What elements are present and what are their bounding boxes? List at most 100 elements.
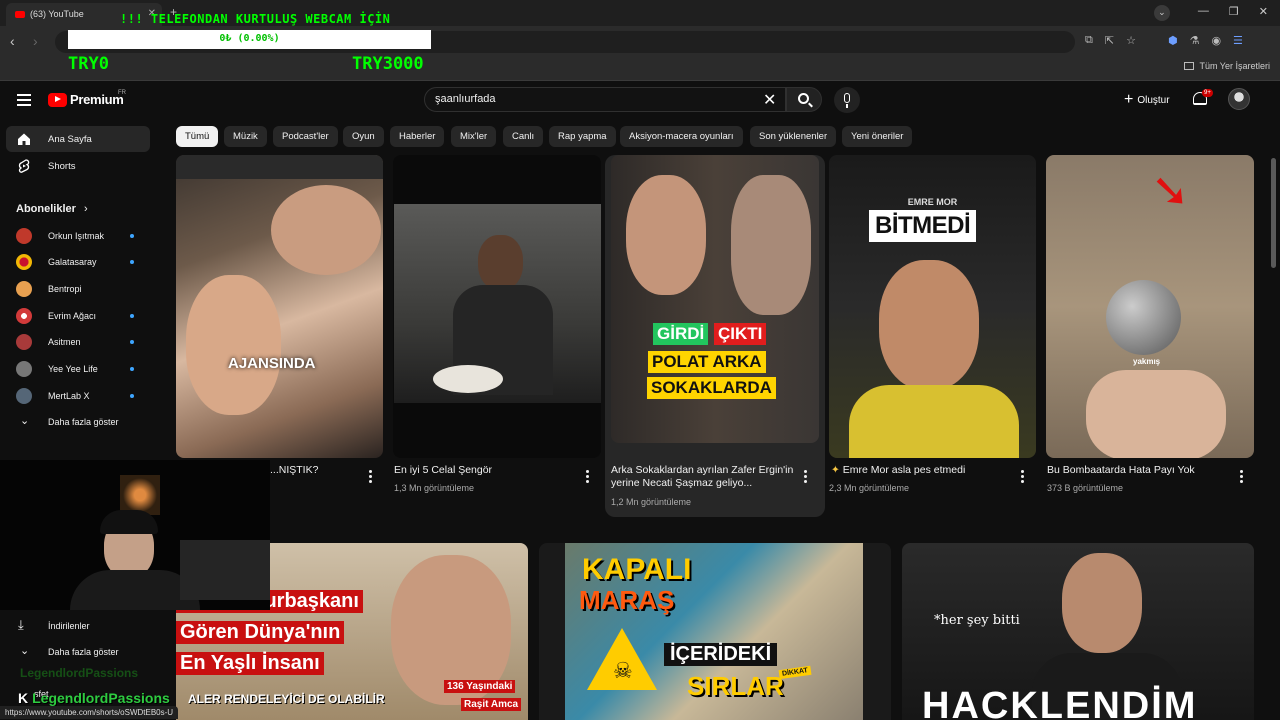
subscription-label: MertLab X (48, 391, 90, 401)
person-face (731, 175, 811, 315)
all-bookmarks-label: Tüm Yer İşaretleri (1199, 61, 1270, 71)
channel-avatar (16, 308, 32, 324)
subscription-item[interactable]: Asitmen (6, 330, 150, 354)
video-thumbnail[interactable]: *her şey bitti HACKLENDİM (902, 543, 1254, 720)
subscription-item[interactable]: Yee Yee Life (6, 357, 150, 381)
thumb-overlay-d: SIRLAR (687, 671, 784, 701)
new-content-dot (130, 394, 134, 398)
logo-region: FR (118, 90, 126, 96)
downloads-label: İndirilenler (48, 621, 90, 631)
lab-icon[interactable]: ⚗ (1190, 34, 1200, 47)
video-menu-icon[interactable] (804, 470, 808, 485)
menu-icon[interactable]: ☰ (1233, 34, 1243, 47)
chip-all[interactable]: Tümü (176, 126, 219, 147)
show-more-subscriptions[interactable]: ⌄ Daha fazla göster (6, 410, 150, 434)
clear-search-icon[interactable]: ✕ (763, 90, 776, 110)
chip-podcasts[interactable]: Podcast'ler (273, 126, 338, 147)
subscription-item[interactable]: MertLab X (6, 384, 150, 408)
plus-icon: + (1124, 91, 1134, 108)
watermark-2-text: LegendlordPassions (32, 690, 170, 706)
bookmark-star-icon[interactable]: ☆ (1126, 34, 1136, 47)
sidebar-item-downloads[interactable]: ⤓ İndirilenler (6, 614, 150, 638)
page-scrollbar[interactable] (1271, 158, 1276, 268)
sidebar-item-shorts[interactable]: Shorts (6, 153, 150, 179)
tab-search-icon[interactable]: ⌄ (1153, 5, 1170, 21)
chip-action-adventure[interactable]: Aksiyon-macera oyunları (620, 126, 743, 147)
subscription-item[interactable]: Orkun Işıtmak (6, 224, 150, 248)
video-title[interactable]: Bu Bombaatarda Hata Payı Yok (1047, 464, 1195, 477)
video-menu-icon[interactable] (369, 470, 373, 485)
new-content-dot (130, 234, 134, 238)
video-thumbnail[interactable]: GİRDİ ÇIKTI POLAT ARKA SOKAKLARDA (611, 155, 819, 443)
youtube-play-icon (48, 92, 67, 107)
video-title[interactable]: ...NIŞTIK? (270, 464, 318, 477)
thumb-overlay-text: BİTMEDİ (869, 210, 977, 242)
chip-new-to-you[interactable]: Yeni öneriler (842, 126, 913, 147)
video-title[interactable]: Arka Sokaklardan ayrılan Zafer Ergin'in … (611, 464, 799, 490)
minimize-button[interactable]: — (1198, 5, 1209, 21)
subscription-label: Orkun Işıtmak (48, 231, 105, 241)
video-thumbnail[interactable] (393, 155, 601, 458)
video-menu-icon[interactable] (1021, 470, 1025, 485)
voice-search-button[interactable] (834, 87, 860, 113)
thumb-overlay-a: *her şey bitti (934, 613, 1020, 628)
show-more-2[interactable]: ⌄ Daha fazla göster (6, 640, 150, 664)
channel-avatar (16, 361, 32, 377)
youtube-logo[interactable]: Premium (48, 92, 124, 107)
skull-icon: ☠ (613, 658, 633, 683)
extensions-icon[interactable]: ⬢ (1168, 34, 1178, 47)
chip-rap[interactable]: Rap yapma (549, 126, 616, 147)
chair (180, 540, 270, 600)
donation-progress-text: 0₺ (0.00%) (219, 33, 280, 44)
video-meta: 1,2 Mn görüntüleme (611, 497, 692, 507)
chip-recently-uploaded[interactable]: Son yüklenenler (750, 126, 837, 147)
subscription-item[interactable]: Evrim Ağacı (6, 304, 150, 328)
thumb-strip (176, 155, 383, 179)
video-menu-icon[interactable] (1240, 470, 1244, 485)
subscriptions-heading[interactable]: Abonelikler › (16, 203, 88, 215)
restore-button[interactable]: ❐ (1229, 5, 1239, 21)
share-icon[interactable]: ⇱ (1105, 34, 1114, 47)
stream-overlay-title: !!! TELEFONDAN KURTULUŞ WEBCAM İÇİN (120, 12, 391, 26)
video-meta: 373 B görüntüleme (1047, 483, 1124, 493)
chip-mixes[interactable]: Mix'ler (451, 126, 497, 147)
video-meta: 1,3 Mn görüntüleme (394, 483, 475, 493)
hamburger-menu-icon[interactable] (17, 94, 31, 106)
video-thumbnail[interactable]: AJANSINDA (176, 155, 383, 458)
video-thumbnail[interactable]: ➘ yakmış (1046, 155, 1254, 458)
subscription-label: Evrim Ağacı (48, 311, 97, 321)
video-menu-icon[interactable] (586, 470, 590, 485)
thumb-overlay-b: MARAŞ (579, 585, 675, 615)
subscription-item[interactable]: Galatasaray (6, 250, 150, 274)
subscription-item[interactable]: Bentropi (6, 277, 150, 301)
video-thumbnail[interactable]: EMRE MOR BİTMEDİ (829, 155, 1036, 458)
sidebar-item-home[interactable]: Ana Sayfa (6, 126, 150, 152)
close-window-button[interactable]: ✕ (1259, 5, 1268, 21)
thumb-overlay-text: yakmış (1133, 357, 1161, 366)
install-icon[interactable]: ⧉ (1085, 34, 1093, 47)
video-title[interactable]: ✦ Emre Mor asla pes etmedi (831, 464, 965, 477)
chevron-down-icon: ⌄ (20, 415, 30, 427)
create-button[interactable]: + Oluştur (1116, 88, 1178, 112)
all-bookmarks[interactable]: Tüm Yer İşaretleri (1184, 61, 1270, 71)
chevron-down-icon: ⌄ (20, 645, 30, 657)
person-jersey (849, 385, 1019, 458)
download-icon: ⤓ (18, 617, 24, 632)
chip-news[interactable]: Haberler (390, 126, 445, 147)
forward-arrow-icon[interactable]: › (33, 33, 38, 49)
watermark-1: LegendlordPassions (20, 666, 139, 680)
plate (433, 365, 503, 393)
thumb-overlay-cikti: ÇIKTI (714, 323, 767, 345)
lamp-glow (120, 475, 160, 515)
chip-gaming[interactable]: Oyun (343, 126, 384, 147)
account-avatar[interactable] (1228, 88, 1250, 110)
video-thumbnail[interactable]: KAPALI MARAŞ ☠ İÇERİDEKİ SIRLAR DİKKAT (539, 543, 891, 720)
thumb-overlay-line3: POLAT ARKA (648, 351, 766, 373)
streamer-hair (100, 510, 158, 534)
video-title[interactable]: En iyi 5 Celal Şengör (394, 464, 492, 477)
search-button[interactable] (786, 87, 822, 112)
chip-music[interactable]: Müzik (224, 126, 267, 147)
profile-icon[interactable]: ◉ (1211, 34, 1221, 47)
back-arrow-icon[interactable]: ‹ (10, 33, 15, 49)
chip-live[interactable]: Canlı (503, 126, 544, 147)
